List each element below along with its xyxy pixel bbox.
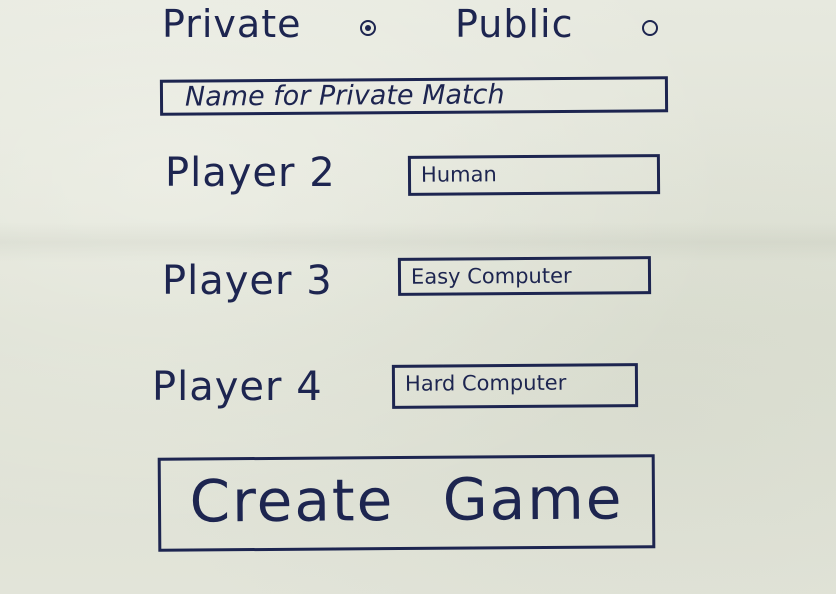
player-3-label: Player 3 — [162, 258, 333, 304]
private-radio-label[interactable]: Private — [162, 2, 301, 46]
private-radio-button[interactable] — [360, 20, 376, 36]
player-4-label: Player 4 — [152, 364, 323, 410]
player-3-select[interactable]: Easy Computer — [397, 256, 652, 296]
player-2-label: Player 2 — [165, 150, 336, 196]
paper-sketch-background: Private Public Name for Private Match Pl… — [0, 0, 836, 594]
player-4-select[interactable]: Hard Computer — [391, 363, 639, 409]
public-radio-label[interactable]: Public — [455, 2, 573, 46]
public-radio-button[interactable] — [642, 20, 658, 36]
player-2-select[interactable]: Human — [407, 154, 661, 196]
create-game-button[interactable]: Create Game — [157, 454, 656, 552]
private-match-name-input[interactable]: Name for Private Match — [159, 76, 669, 116]
